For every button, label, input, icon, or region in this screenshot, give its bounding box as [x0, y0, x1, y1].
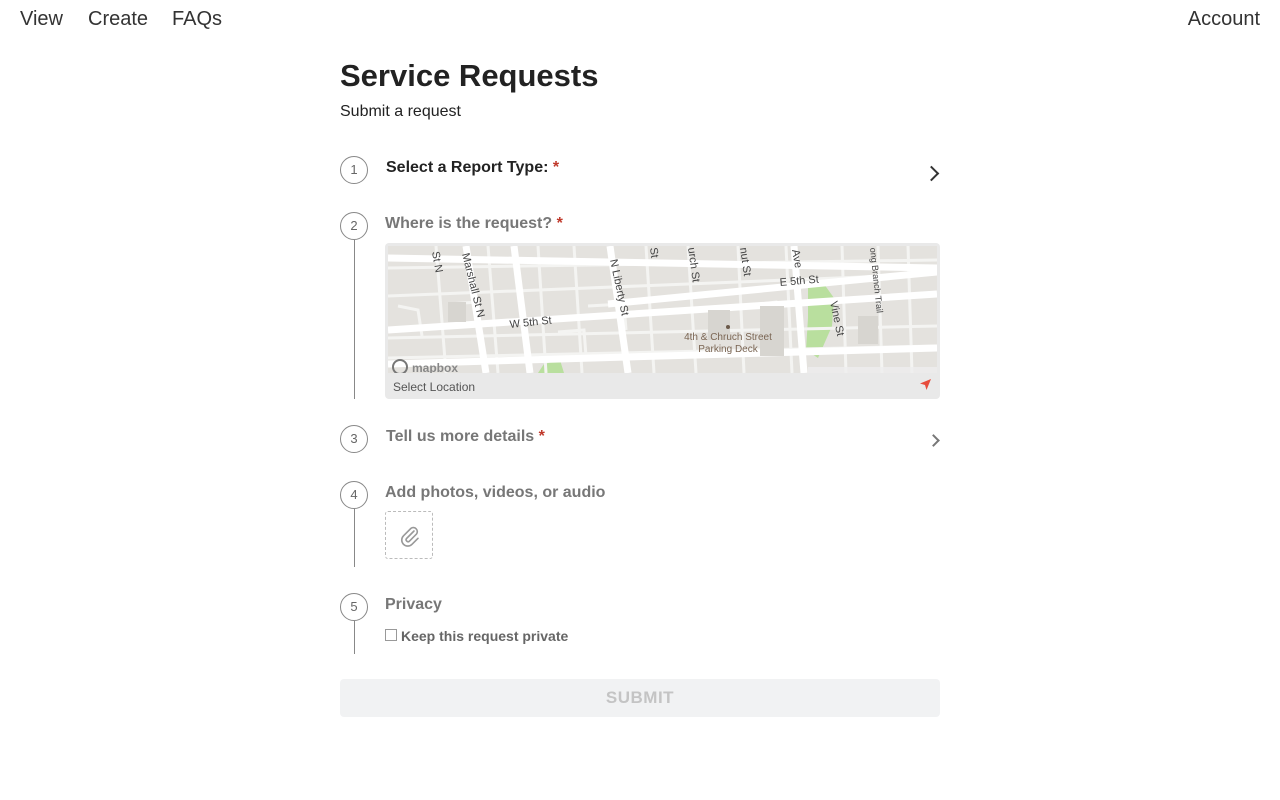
step-2-required-marker: * — [556, 215, 563, 232]
page-subtitle: Submit a request — [340, 103, 461, 120]
chevron-right-icon[interactable] — [923, 165, 940, 182]
nav-view-link[interactable]: View — [20, 8, 63, 31]
top-nav: View Create FAQs Account — [0, 0, 1280, 40]
select-location-label: Select Location — [393, 380, 476, 394]
step-3-number: 3 — [340, 425, 368, 453]
map-poi-line2: Parking Deck — [698, 344, 758, 355]
step-2-label-text: Where is the request? — [385, 215, 553, 232]
nav-faqs-link[interactable]: FAQs — [172, 8, 222, 31]
nav-create-link[interactable]: Create — [88, 8, 148, 31]
submit-button[interactable]: SUBMIT — [340, 679, 940, 717]
step-2-label: Where is the request? * — [385, 215, 563, 233]
step-3-required-marker: * — [538, 428, 545, 445]
step-5-connector-line — [354, 621, 355, 654]
map-footer: Select Location — [385, 373, 940, 399]
nav-account-link[interactable]: Account — [1188, 8, 1260, 31]
step-1-number: 1 — [340, 156, 368, 184]
map-view[interactable]: W 5th St E 5th St Marshall St N N Libert… — [388, 246, 937, 373]
map-svg: W 5th St E 5th St Marshall St N N Libert… — [388, 246, 937, 373]
location-map-picker[interactable]: W 5th St E 5th St Marshall St N N Libert… — [385, 243, 940, 399]
page-title: Service Requests — [340, 58, 599, 93]
step-4-label: Add photos, videos, or audio — [385, 484, 606, 501]
step-5-label: Privacy — [385, 596, 442, 613]
mapbox-logo-text: mapbox — [412, 361, 458, 373]
step-4-number: 4 — [340, 481, 368, 509]
map-poi-marker — [726, 325, 730, 329]
step-2-connector-line — [354, 240, 355, 399]
step-3-label[interactable]: Tell us more details * — [386, 428, 545, 446]
chevron-right-icon[interactable] — [927, 434, 940, 447]
step-4-connector-line — [354, 509, 355, 567]
step-1-required-marker: * — [552, 159, 560, 176]
keep-private-checkbox[interactable] — [385, 629, 397, 641]
step-5-number: 5 — [340, 593, 368, 621]
step-1-label[interactable]: Select a Report Type: * — [386, 159, 559, 177]
paperclip-icon — [401, 526, 419, 547]
location-arrow-icon[interactable] — [919, 378, 932, 396]
map-poi-line1: 4th & Chruch Street — [684, 332, 772, 343]
keep-private-label[interactable]: Keep this request private — [401, 628, 568, 644]
map-label-st: St — [647, 247, 660, 259]
step-3-label-text: Tell us more details — [386, 428, 535, 445]
step-1-label-text: Select a Report Type: — [386, 159, 549, 176]
attach-media-button[interactable] — [385, 511, 433, 559]
step-2-number: 2 — [340, 212, 368, 240]
